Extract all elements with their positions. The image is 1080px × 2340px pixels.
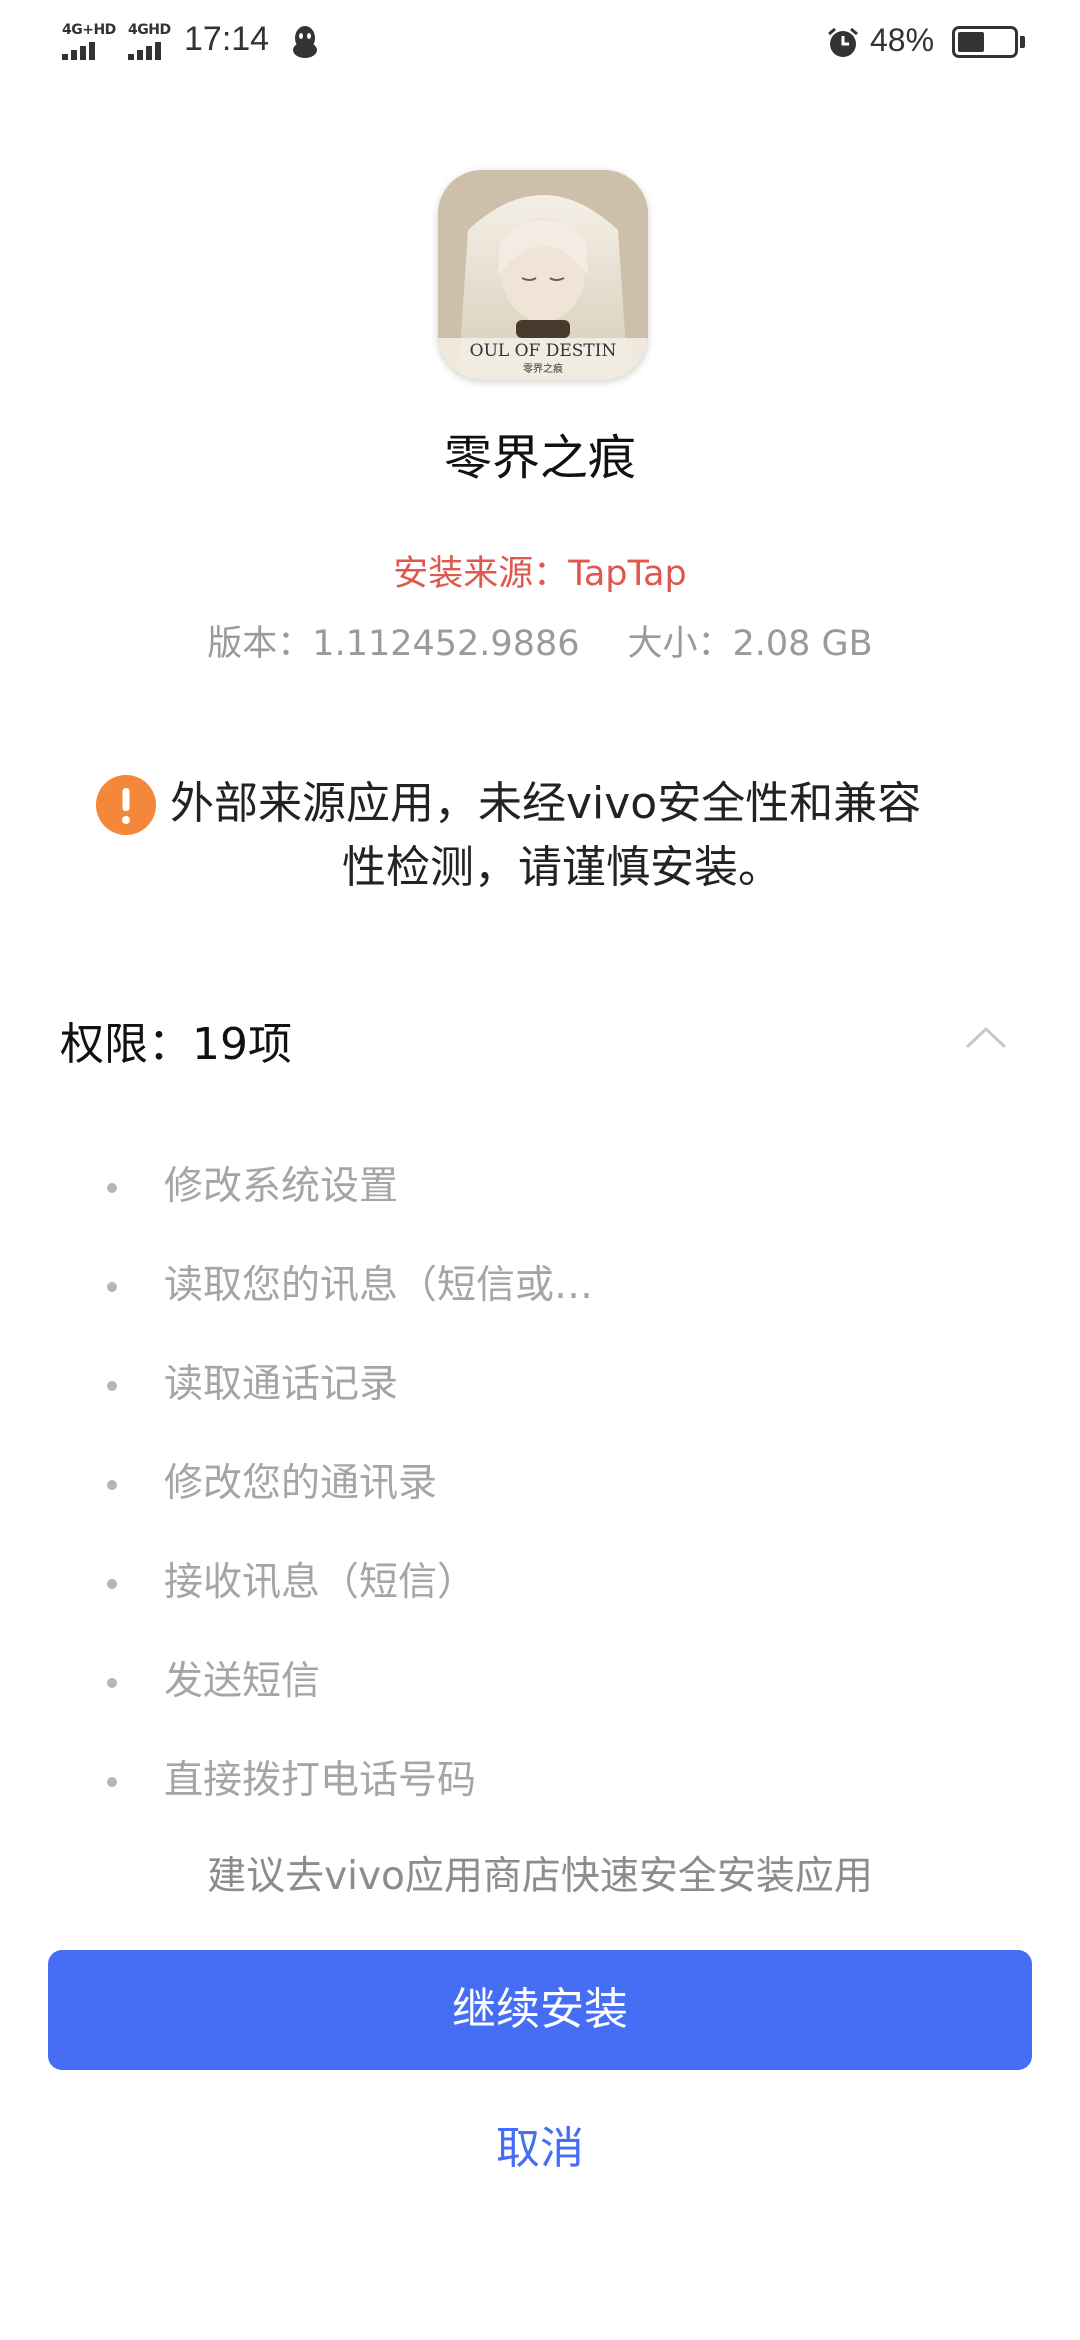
sim2-network-label: 4GHD [128,22,171,38]
permission-item: 接收讯息（短信） [0,1548,1080,1647]
warning-icon [96,775,156,835]
bullet-icon [107,1381,117,1391]
permission-label: 发送短信 [164,1659,321,1704]
chevron-up-icon[interactable] [964,1022,1008,1052]
warning-line-2: 性检测，请谨慎安装。 [342,842,782,893]
battery-percentage: 48% [870,22,935,58]
app-icon-subtext: 零界之痕 [523,362,563,375]
install-screen: 4G+HD 4GHD 17:14 48% OUL OF DESTIN 零界之痕 … [0,0,1080,2340]
permission-label: 读取通话记录 [164,1362,399,1407]
bullet-icon [107,1183,117,1193]
bullet-icon [107,1777,117,1787]
permission-item: 修改系统设置 [0,1152,1080,1251]
sim1-network-label: 4G+HD [62,22,116,38]
permission-item: 读取通话记录 [0,1350,1080,1449]
app-meta: 版本：1.112452.9886 大小：2.08 GB [0,615,1080,666]
app-icon-text: OUL OF DESTIN [470,341,617,361]
warning-message: 外部来源应用，未经vivo安全性和兼容 性检测，请谨慎安装。 [170,772,1010,900]
cancel-button[interactable]: 取消 [0,2112,1080,2176]
battery-icon [952,26,1018,58]
permission-label: 修改系统设置 [164,1164,399,1209]
permission-item: 直接拨打电话号码 [0,1746,1080,1845]
status-bar: 4G+HD 4GHD 17:14 48% [0,0,1080,90]
permission-label: 修改您的通讯录 [164,1461,438,1506]
warning-line-1: 外部来源应用，未经vivo安全性和兼容 [170,778,922,829]
store-suggestion-link[interactable]: 建议去vivo应用商店快速安全安装应用 [0,1845,1080,1901]
qq-penguin-icon [293,26,317,58]
permissions-header[interactable]: 权限：19项 [60,1008,292,1072]
permission-label: 直接拨打电话号码 [164,1758,477,1803]
permission-item: 修改您的通讯录 [0,1449,1080,1548]
app-artwork-icon: OUL OF DESTIN 零界之痕 [438,170,648,380]
install-source: 安装来源：TapTap [393,554,687,594]
bullet-icon [107,1282,117,1292]
app-size: 大小：2.08 GB [627,624,873,664]
alarm-clock-icon [828,27,858,57]
permission-item: 读取您的讯息（短信或… [0,1251,1080,1350]
permission-label: 读取您的讯息（短信或… [164,1263,594,1308]
clock: 17:14 [184,20,270,58]
app-version: 版本：1.112452.9886 [207,624,580,664]
permission-list: 修改系统设置 读取您的讯息（短信或… 读取通话记录 修改您的通讯录 接收讯息（短… [0,1152,1080,1845]
bullet-icon [107,1480,117,1490]
app-icon: OUL OF DESTIN 零界之痕 [438,170,648,380]
battery-tip [1020,36,1025,48]
continue-install-button[interactable]: 继续安装 [48,1950,1032,2070]
permission-item: 发送短信 [0,1647,1080,1746]
battery-level-fill [958,32,984,52]
app-name: 零界之痕 [443,430,636,486]
sim2-signal-icon: 4GHD [128,22,182,62]
permission-label: 接收讯息（短信） [164,1560,477,1605]
sim1-signal-icon: 4G+HD [62,22,116,62]
bullet-icon [107,1579,117,1589]
bullet-icon [107,1678,117,1688]
